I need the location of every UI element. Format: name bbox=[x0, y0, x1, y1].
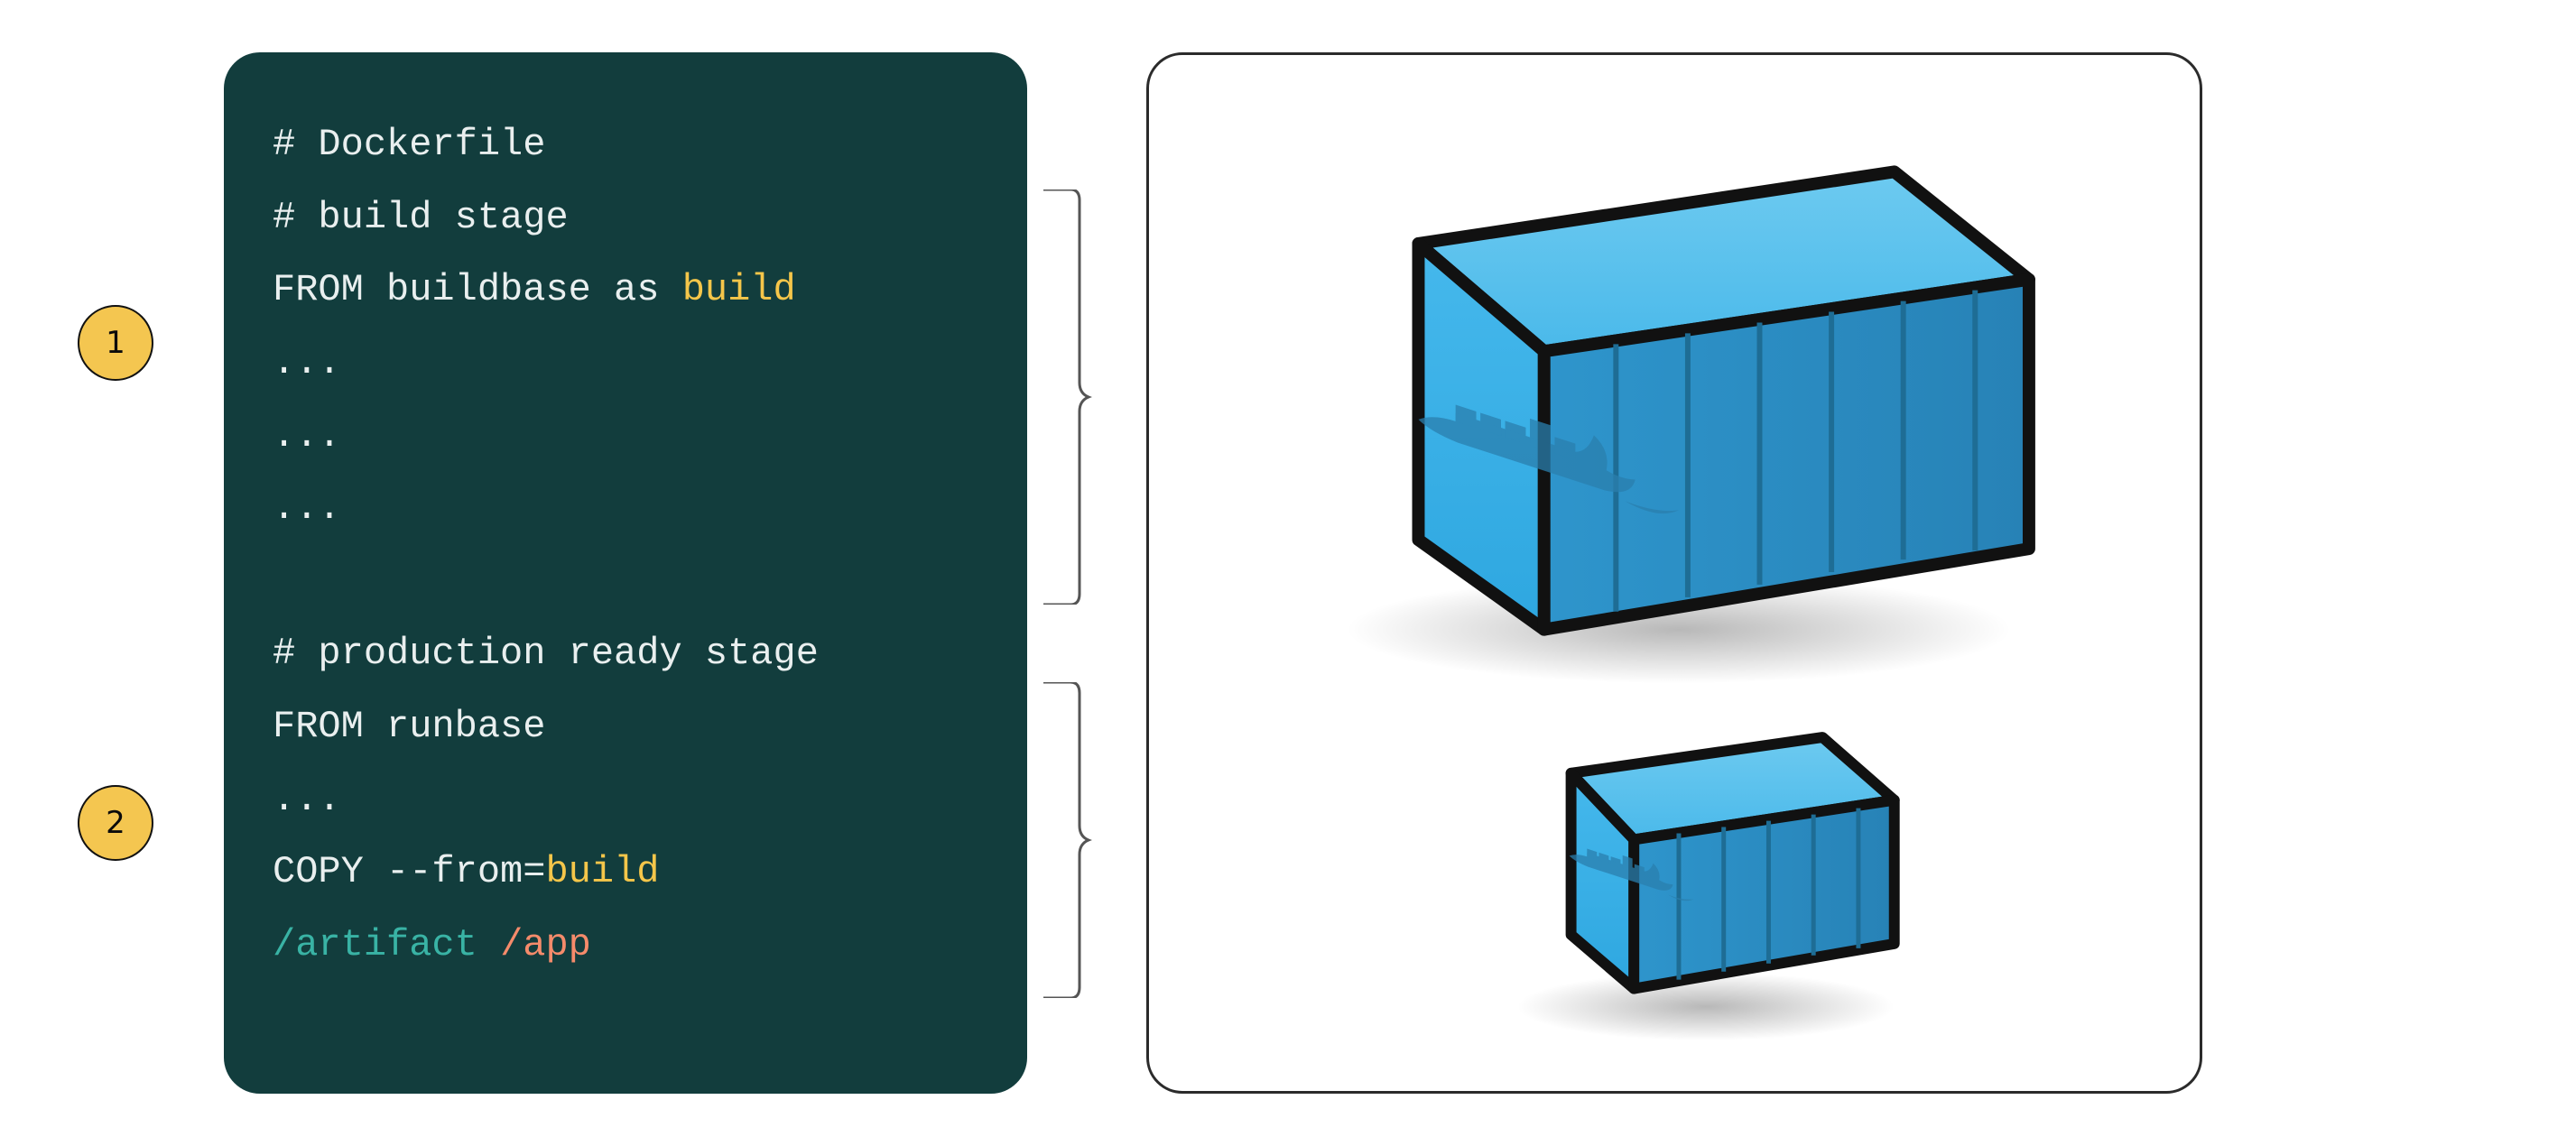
step-badge-2-label: 2 bbox=[106, 805, 125, 841]
dockerfile-code-block: # Dockerfile # build stage FROM buildbas… bbox=[224, 52, 1027, 1094]
code-line-3b: build bbox=[682, 268, 796, 311]
code-line-11a: COPY --from= bbox=[273, 850, 545, 893]
brace-stage-2 bbox=[1038, 682, 1092, 998]
container-large-icon bbox=[1418, 171, 2028, 629]
code-line-12a: /artifact bbox=[273, 923, 477, 966]
step-badge-1-label: 1 bbox=[106, 325, 125, 361]
code-line-5: ... bbox=[273, 414, 341, 457]
code-line-2: # build stage bbox=[273, 196, 569, 239]
code-line-12b bbox=[477, 923, 500, 966]
step-badge-1: 1 bbox=[78, 305, 153, 381]
code-line-9: FROM runbase bbox=[273, 705, 545, 748]
code-line-6: ... bbox=[273, 486, 341, 530]
code-line-11b: build bbox=[545, 850, 659, 893]
container-small-icon bbox=[1570, 737, 1895, 989]
code-line-8: # production ready stage bbox=[273, 632, 819, 675]
step-badge-2: 2 bbox=[78, 785, 153, 861]
code-line-12c: /app bbox=[500, 923, 591, 966]
code-line-1: # Dockerfile bbox=[273, 123, 545, 166]
illustration-card bbox=[1146, 52, 2202, 1094]
code-line-4: ... bbox=[273, 341, 341, 384]
brace-stage-1 bbox=[1038, 189, 1092, 605]
diagram-stage: 1 2 # Dockerfile # build stage FROM buil… bbox=[0, 0, 2576, 1146]
containers-illustration bbox=[1149, 55, 2200, 1091]
code-line-10: ... bbox=[273, 778, 341, 821]
code-line-3a: FROM buildbase as bbox=[273, 268, 682, 311]
